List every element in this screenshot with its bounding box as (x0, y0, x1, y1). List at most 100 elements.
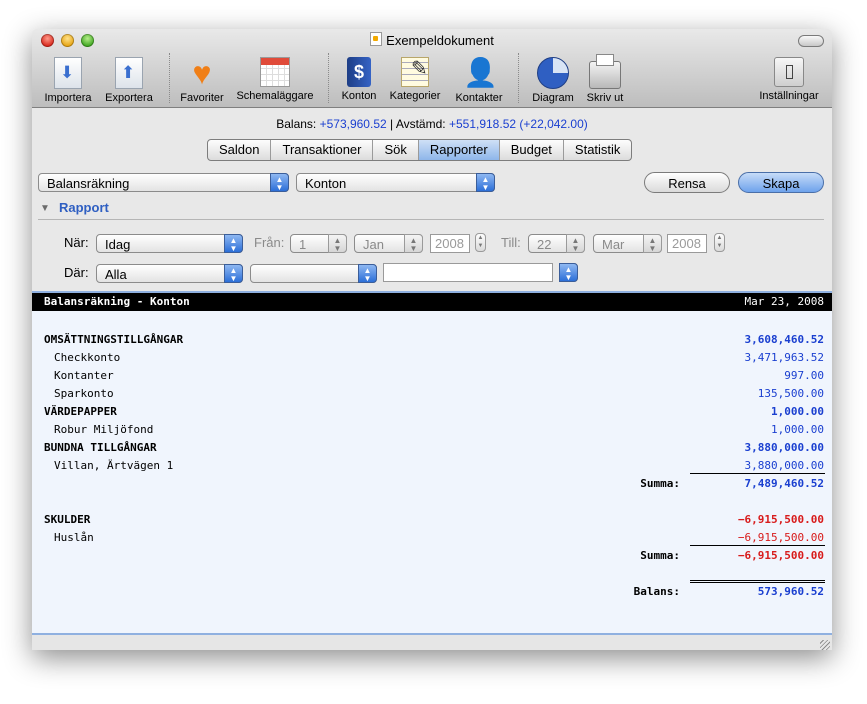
tab-budget[interactable]: Budget (500, 140, 564, 160)
dar-text-input[interactable] (383, 263, 553, 282)
toolbar-skriv-ut-button[interactable]: Skriv ut (582, 54, 628, 104)
fran-month-value: Jan (363, 237, 384, 252)
toolbar-kategorier-button[interactable]: Kategorier (386, 56, 444, 102)
fran-year-field[interactable]: 2008 (430, 234, 470, 253)
tab-statistik[interactable]: Statistik (564, 140, 632, 160)
till-year-field[interactable]: 2008 (667, 234, 707, 253)
heart-icon: ♥ (192, 55, 212, 91)
balans-value: +573,960.52 (319, 117, 387, 131)
row-value: 573,960.52 (757, 585, 824, 598)
select-arrows-icon: ▲ ▼ (643, 234, 662, 253)
fran-month-select[interactable]: Jan ▲ ▼ (354, 234, 423, 253)
skapa-button[interactable]: Skapa (738, 172, 824, 193)
report-row: OMSÄTTNINGSTILLGÅNGAR 3,608,460.52 (32, 331, 832, 349)
app-window: Exempeldokument Importera Exportera ♥ Fa… (32, 29, 832, 650)
row-value: 1,000.00 (771, 405, 824, 418)
report-row: SKULDER −6,915,500.00 (32, 511, 832, 529)
select-arrows-icon: ▲ ▼ (476, 173, 495, 192)
window-title-area: Exempeldokument (32, 32, 832, 48)
fran-year-stepper[interactable]: ▲ ▼ (475, 233, 486, 252)
nar-label: När: (64, 235, 89, 250)
fran-day-select[interactable]: 1 ▲ ▼ (290, 234, 347, 253)
row-value: 1,000.00 (771, 423, 824, 436)
report-group-select[interactable]: Konton ▲ ▼ (296, 173, 495, 192)
settings-switch-icon (774, 57, 804, 87)
till-day-value: 22 (537, 237, 552, 252)
subtotal-rule (690, 545, 825, 546)
printer-icon (589, 54, 621, 89)
till-year-stepper[interactable]: ▲ ▼ (714, 233, 725, 252)
toolbar-separator (518, 53, 519, 103)
toolbar-separator (328, 53, 329, 103)
till-month-value: Mar (602, 237, 625, 252)
rapport-section-label[interactable]: Rapport (59, 200, 109, 215)
toolbar-importera-button[interactable]: Importera (40, 57, 96, 104)
row-value: 3,471,963.52 (744, 351, 824, 364)
report-row: Robur Miljöfond 1,000.00 (32, 421, 832, 439)
toolbar-installningar-button[interactable]: Inställningar (754, 57, 824, 102)
status-separator: | (390, 117, 394, 131)
toolbar-diagram-button[interactable]: Diagram (526, 57, 580, 104)
toolbar-kontakter-label: Kontakter (455, 92, 503, 104)
toolbar-exportera-label: Exportera (105, 92, 153, 104)
row-label: Robur Miljöfond (54, 423, 154, 436)
toolbar-favoriter-label: Favoriter (180, 92, 224, 104)
nar-select[interactable]: Idag ▲ ▼ (96, 234, 243, 253)
rensa-button[interactable]: Rensa (644, 172, 730, 193)
tab-saldon[interactable]: Saldon (208, 140, 272, 160)
row-label: Villan, Ärtvägen 1 (54, 459, 174, 472)
select-arrows-icon: ▲ ▼ (270, 173, 289, 192)
toolbar-toggle-button[interactable] (798, 35, 824, 47)
toolbar-skriv-ut-label: Skriv ut (586, 92, 624, 104)
select-arrows-icon: ▲ ▼ (224, 264, 243, 283)
toolbar-schemalaggare-button[interactable]: Schemaläggare (233, 57, 317, 102)
toolbar-kategorier-label: Kategorier (389, 90, 441, 102)
toolbar-separator (169, 53, 170, 103)
select-arrows-icon: ▲ ▼ (358, 264, 377, 283)
row-value: 7,489,460.52 (744, 477, 824, 490)
tab-rapporter[interactable]: Rapporter (418, 140, 500, 160)
row-value: 3,608,460.52 (744, 333, 824, 346)
disclosure-triangle-icon[interactable]: ▼ (40, 203, 50, 214)
report-header: Balansräkning - Konton Mar 23, 2008 (32, 293, 832, 311)
row-label: OMSÄTTNINGSTILLGÅNGAR (44, 333, 184, 346)
avstamd-value: +551,918.52 (448, 117, 517, 131)
toolbar-installningar-label: Inställningar (759, 90, 819, 102)
fran-day-value: 1 (299, 237, 307, 252)
select-arrows-icon: ▲ ▼ (328, 234, 347, 253)
row-label: BUNDNA TILLGÅNGAR (44, 441, 157, 454)
dar-select[interactable]: Alla ▲ ▼ (96, 264, 243, 283)
dar-options-select[interactable]: ▲ ▼ (559, 263, 578, 282)
person-icon: 👤 (463, 57, 498, 88)
row-label: Huslån (54, 531, 94, 544)
select-arrows-icon: ▲ ▼ (404, 234, 423, 253)
till-month-select[interactable]: Mar ▲ ▼ (593, 234, 662, 253)
report-row: Summa: −6,915,500.00 (32, 547, 832, 565)
till-label: Till: (501, 235, 521, 250)
till-day-select[interactable]: 22 ▲ ▼ (528, 234, 585, 253)
dar-value: Alla (105, 267, 127, 282)
pie-chart-icon (537, 57, 569, 89)
toolbar-konton-label: Konton (341, 90, 377, 102)
calendar-icon (260, 57, 290, 87)
tab-transaktioner[interactable]: Transaktioner (271, 140, 374, 160)
dar-field-select[interactable]: ▲ ▼ (250, 264, 377, 283)
tab-sok[interactable]: Sök (373, 140, 419, 160)
avstamd-label: Avstämd: (395, 117, 446, 131)
report-type-select[interactable]: Balansräkning ▲ ▼ (38, 173, 289, 192)
toolbar-favoriter-button[interactable]: ♥ Favoriter (177, 57, 227, 104)
toolbar-exportera-button[interactable]: Exportera (100, 57, 158, 104)
status-bar (32, 633, 832, 650)
row-label: Sparkonto (54, 387, 114, 400)
balans-label: Balans: (276, 117, 317, 131)
categories-notepad-icon (401, 56, 429, 87)
row-label: Balans: (633, 585, 680, 598)
select-arrows-icon: ▲ ▼ (224, 234, 243, 253)
resize-grip-icon[interactable] (820, 640, 830, 650)
report-row: Checkkonto 3,471,963.52 (32, 349, 832, 367)
toolbar-schemalaggare-label: Schemaläggare (236, 90, 314, 102)
toolbar-konton-button[interactable]: $ Konton (338, 57, 380, 102)
toolbar-importera-label: Importera (44, 92, 92, 104)
subtotal-rule (690, 473, 825, 474)
toolbar-kontakter-button[interactable]: 👤 Kontakter (451, 57, 507, 104)
